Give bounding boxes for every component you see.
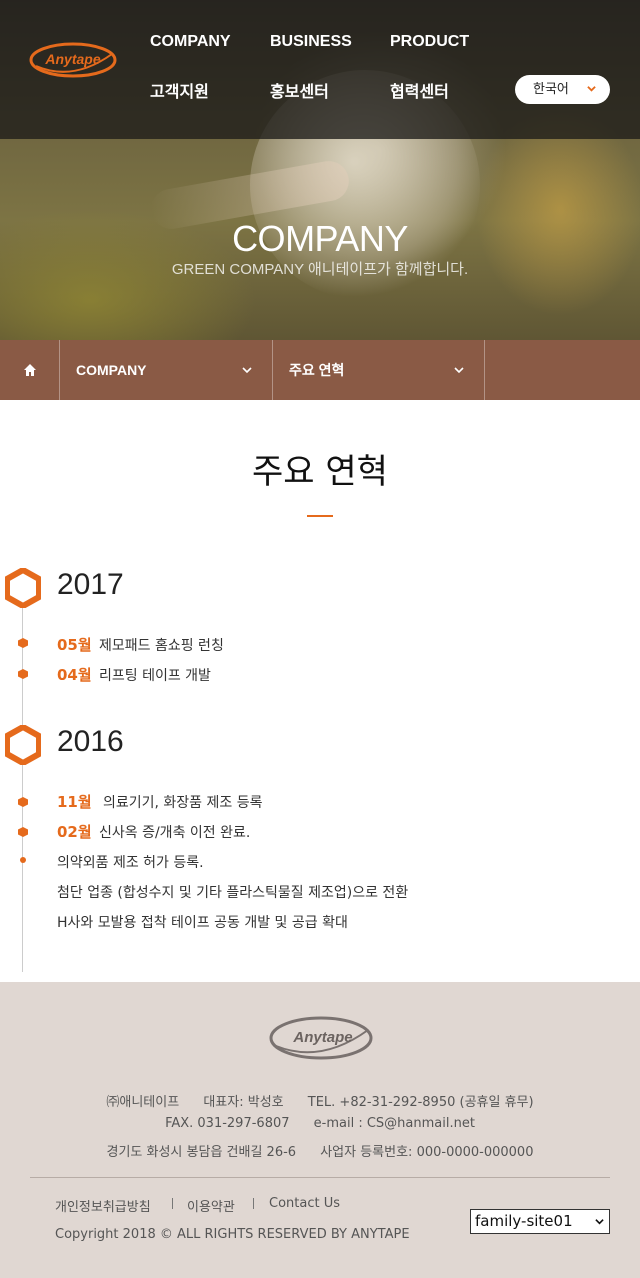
breadcrumb: COMPANY 주요 연혁 [0,340,640,400]
hero-banner: Anytape COMPANY BUSINESS PRODUCT 고객지원 홍보… [0,0,640,340]
footer-info-line1: ㈜애니테이프 대표자: 박성호 TEL. +82-31-292-8950 (공휴… [0,1091,640,1110]
hexagon-icon [5,568,41,608]
language-select[interactable]: 한국어 [515,75,610,104]
footer-fax: FAX. 031-297-6807 [165,1116,290,1131]
timeline-entry: 첨단 업종 (합성수지 및 기타 플라스틱물질 제조업)으로 전환 [57,885,409,901]
footer-info-line2: FAX. 031-297-6807 e-mail : CS@hanmail.ne… [0,1116,640,1131]
hero-title: COMPANY [232,218,408,259]
family-site-select[interactable]: family-site01 [470,1209,610,1234]
timeline-entry: 리프팅 테이프 개발 [99,668,211,684]
nav-partner-center[interactable]: 협력센터 [390,78,449,102]
timeline-entry: 제모패드 홈쇼핑 런칭 [99,638,224,654]
footer-link-separator [253,1198,254,1209]
timeline-month: 11월 [57,793,92,811]
timeline-month: 02월 [57,823,92,841]
home-icon [24,364,36,376]
timeline-entry: 신사옥 증/개축 이전 완료. [99,825,251,841]
breadcrumb-level2[interactable]: 주요 연혁 [273,340,485,400]
breadcrumb-home[interactable] [0,340,60,400]
chevron-down-icon [454,367,464,374]
footer-link-privacy[interactable]: 개인정보취급방침 [55,1196,151,1215]
header-bar: Anytape COMPANY BUSINESS PRODUCT 고객지원 홍보… [0,0,640,139]
chevron-down-icon [242,367,252,374]
footer-tel: TEL. +82-31-292-8950 (공휴일 휴무) [307,1095,534,1110]
breadcrumb-level1[interactable]: COMPANY [60,340,273,400]
footer-link-terms[interactable]: 이용약관 [187,1196,235,1215]
breadcrumb-level1-label: COMPANY [76,362,147,378]
timeline-entry: H사와 모발용 접착 테이프 공동 개발 및 공급 확대 [57,915,348,931]
language-label: 한국어 [533,82,569,97]
timeline-dot-icon [18,638,28,648]
footer-copyright: Copyright 2018 © ALL RIGHTS RESERVED BY … [55,1227,410,1242]
timeline-year: 2016 [57,725,124,758]
nav-business[interactable]: BUSINESS [270,33,352,51]
timeline-year: 2017 [57,568,124,601]
timeline-dot-icon [18,669,28,679]
title-underline [307,515,333,517]
timeline-entry: 의약외품 제조 허가 등록. [57,855,204,871]
nav-company[interactable]: COMPANY [150,33,231,51]
timeline-entry: 의료기기, 화장품 제조 등록 [103,795,263,811]
nav-pr-center[interactable]: 홍보센터 [270,78,329,102]
footer-email: e-mail : CS@hanmail.net [313,1116,475,1131]
footer-logo[interactable]: Anytape [268,1012,374,1062]
timeline-dot-icon [20,857,26,863]
timeline-month: 05월 [57,636,92,654]
chevron-down-icon [595,1219,604,1225]
footer-biz-no: 사업자 등록번호: 000-0000-000000 [320,1145,534,1160]
nav-product[interactable]: PRODUCT [390,33,469,51]
chevron-down-icon [587,86,596,92]
footer-link-contact[interactable]: Contact Us [269,1196,340,1211]
footer-link-separator [172,1198,173,1209]
footer-logo-text: Anytape [292,1029,352,1046]
hero-subtitle: GREEN COMPANY 애니테이프가 함께합니다. [171,261,469,278]
footer-info-line3: 경기도 화성시 봉담읍 건배길 26-6 사업자 등록번호: 000-0000-… [0,1141,640,1160]
timeline-month: 04월 [57,666,92,684]
logo-text: Anytape [44,51,100,67]
timeline-dot-icon [18,797,28,807]
family-site-label: family-site01 [475,1212,573,1230]
anytape-logo[interactable]: Anytape [28,40,118,80]
nav-customer-support[interactable]: 고객지원 [150,78,209,102]
footer-ceo: 대표자: 박성호 [203,1095,284,1110]
timeline-dot-icon [18,827,28,837]
hexagon-icon [5,725,41,765]
page-title: 주요 연혁 [252,452,388,492]
footer-divider [30,1177,610,1178]
footer: Anytape ㈜애니테이프 대표자: 박성호 TEL. +82-31-292-… [0,982,640,1278]
footer-company: ㈜애니테이프 [106,1095,180,1110]
footer-address: 경기도 화성시 봉담읍 건배길 26-6 [106,1145,297,1160]
breadcrumb-level2-label: 주요 연혁 [289,362,345,378]
